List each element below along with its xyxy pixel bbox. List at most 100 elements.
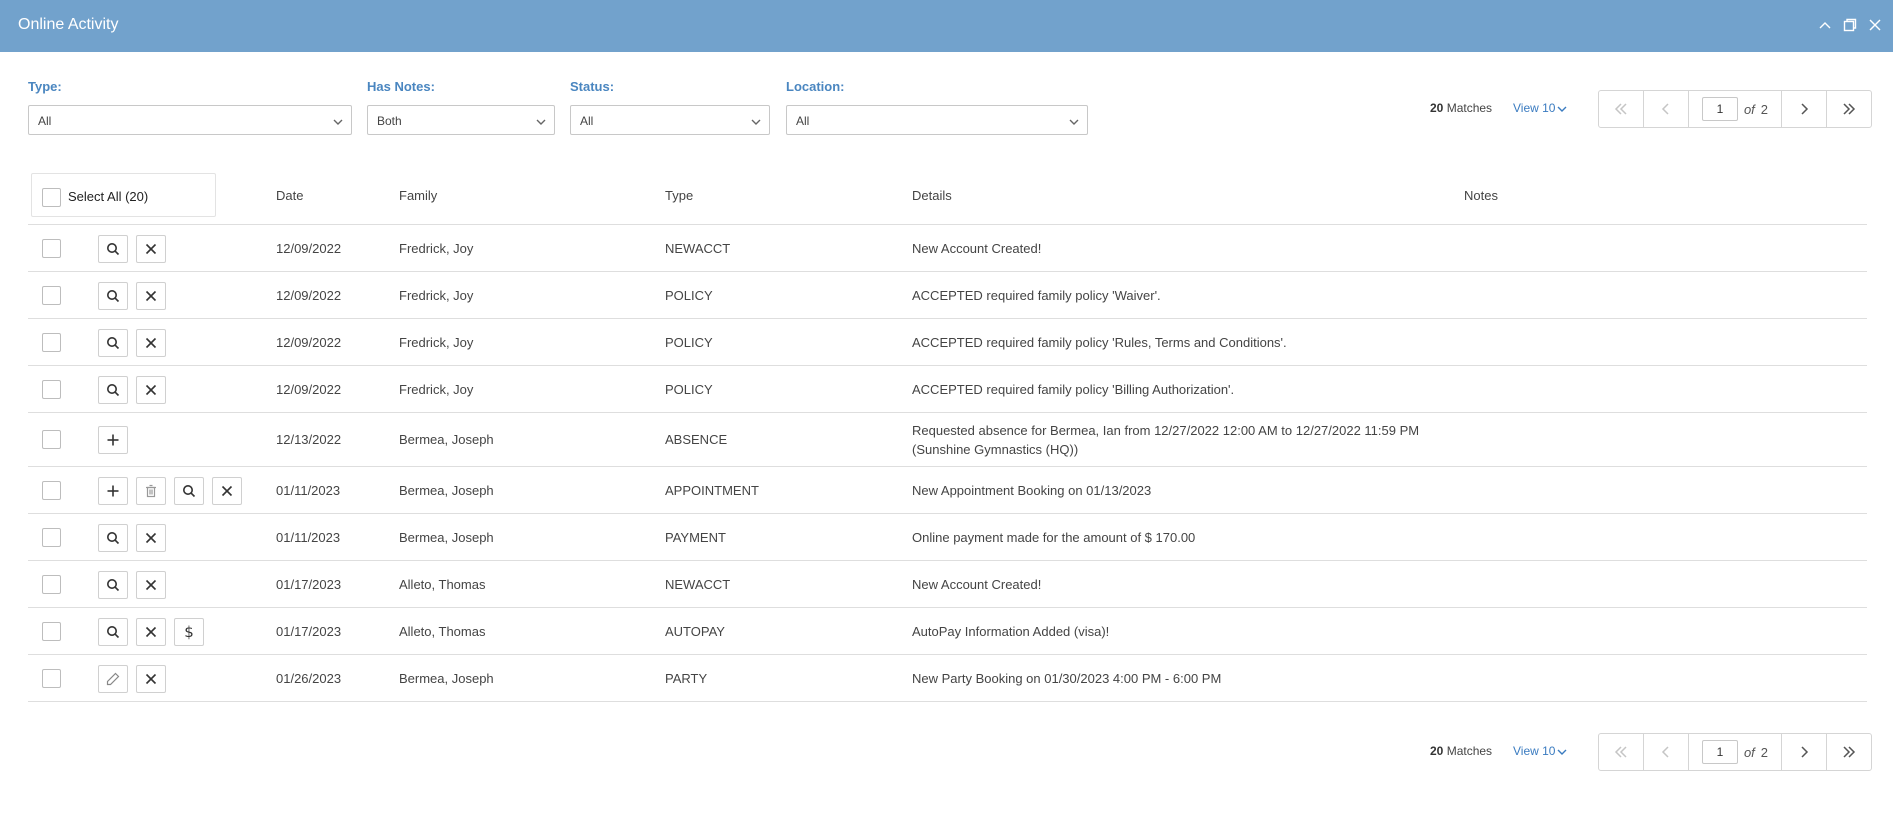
row-checkbox[interactable] [42, 379, 61, 399]
table-row[interactable]: 01/26/2023 Bermea, Joseph PARTY New Party B… [28, 655, 1867, 702]
location-filter-select[interactable]: All [786, 105, 1088, 135]
close-button[interactable] [136, 523, 166, 552]
view-per-page-dropdown[interactable]: View 10 [1513, 744, 1567, 758]
has-notes-filter-select[interactable]: Both [367, 105, 555, 135]
row-checkbox[interactable] [42, 285, 61, 305]
select-all-checkbox[interactable] [42, 188, 61, 207]
search-button[interactable] [98, 523, 128, 552]
column-header-notes[interactable]: Notes [1464, 188, 1498, 203]
table-row[interactable]: 12/09/2022 Fredrick, Joy POLICY ACCEPTED re… [28, 272, 1867, 319]
row-actions [98, 281, 166, 310]
page-number-input[interactable]: 1 [1701, 97, 1738, 121]
plus-button[interactable] [98, 426, 128, 454]
row-type: POLICY [665, 287, 713, 303]
first-page-button[interactable] [1599, 91, 1644, 127]
search-button[interactable] [98, 281, 128, 310]
table-row[interactable]: 01/11/2023 Bermea, Joseph APPOINTMENT New A… [28, 467, 1867, 514]
trash-button[interactable] [136, 476, 166, 505]
row-details-line: Requested absence for Bermea, Ian from 1… [912, 423, 1420, 438]
row-checkbox[interactable] [42, 621, 61, 641]
row-details: AutoPay Information Added (visa)! [912, 622, 1109, 641]
column-header-type[interactable]: Type [665, 188, 693, 203]
pencil-button[interactable] [98, 664, 128, 693]
search-icon [106, 625, 120, 639]
status-filter-select[interactable]: All [570, 105, 770, 135]
first-page-button[interactable] [1599, 734, 1644, 770]
column-header-family[interactable]: Family [399, 188, 437, 203]
last-page-button[interactable] [1826, 91, 1871, 127]
page-number-input[interactable]: 1 [1701, 740, 1738, 764]
type-filter-select[interactable]: All [28, 105, 352, 135]
of-label: of [1743, 101, 1755, 117]
prev-page-button[interactable] [1644, 734, 1689, 770]
table-row[interactable]: 12/09/2022 Fredrick, Joy NEWACCT New Accoun… [28, 225, 1867, 272]
double-chevron-left-icon [1614, 103, 1627, 115]
row-checkbox[interactable] [42, 238, 61, 258]
close-button[interactable] [136, 281, 166, 310]
search-button[interactable] [98, 234, 128, 263]
search-icon [106, 289, 120, 303]
row-details-line: AutoPay Information Added (visa)! [912, 623, 1110, 639]
row-checkbox[interactable] [42, 430, 61, 449]
of-label: of [1743, 744, 1755, 760]
search-button[interactable] [174, 476, 204, 505]
table-row[interactable]: 01/11/2023 Bermea, Joseph PAYMENT Online pa… [28, 514, 1867, 561]
row-actions [98, 664, 166, 693]
window-titlebar: Online Activity [0, 0, 1893, 52]
column-header-date[interactable]: Date [276, 188, 303, 203]
close-button[interactable] [136, 617, 166, 646]
row-checkbox[interactable] [42, 332, 61, 352]
row-checkbox[interactable] [42, 574, 61, 594]
column-header-details[interactable]: Details [912, 188, 952, 203]
close-button[interactable] [136, 234, 166, 263]
search-button[interactable] [98, 328, 128, 357]
close-button[interactable] [136, 328, 166, 357]
row-family: Fredrick, Joy [399, 381, 474, 397]
table-row[interactable]: 12/09/2022 Fredrick, Joy POLICY ACCEPTED re… [28, 366, 1867, 413]
row-checkbox[interactable] [42, 668, 61, 688]
table-row[interactable]: 01/17/2023 Alleto, Thomas NEWACCT New Accou… [28, 561, 1867, 608]
chevron-down-icon [751, 116, 761, 126]
plus-button[interactable] [98, 476, 128, 505]
select-all-container[interactable]: Select All (20) [31, 173, 216, 217]
search-button[interactable] [98, 617, 128, 646]
row-type: PARTY [665, 670, 708, 686]
close-icon [220, 484, 234, 498]
close-button[interactable] [136, 375, 166, 404]
row-details: New Account Created! [912, 575, 1041, 594]
row-family: Fredrick, Joy [399, 287, 474, 303]
close-icon[interactable] [1867, 17, 1883, 33]
row-date: 12/13/2022 [276, 432, 342, 447]
prev-page-button[interactable] [1644, 91, 1689, 127]
close-button[interactable] [212, 476, 242, 505]
next-page-button[interactable] [1781, 91, 1826, 127]
row-details: New Account Created! [912, 239, 1041, 258]
collapse-icon[interactable] [1817, 17, 1833, 33]
dollar-button[interactable]: $ [174, 617, 204, 646]
row-details-line: New Account Created! [912, 576, 1042, 592]
maximize-icon[interactable] [1842, 17, 1858, 33]
table-row[interactable]: $01/17/2023 Alleto, Thomas AUTOPAY AutoPay … [28, 608, 1867, 655]
location-filter-value: All [796, 114, 810, 128]
status-filter-value: All [580, 114, 594, 128]
table-row[interactable]: 12/09/2022 Fredrick, Joy POLICY ACCEPTED re… [28, 319, 1867, 366]
next-page-button[interactable] [1781, 734, 1826, 770]
window-title: Online Activity [18, 16, 119, 33]
close-icon [144, 242, 158, 256]
view-per-page-dropdown[interactable]: View 10 [1513, 101, 1567, 115]
row-checkbox[interactable] [42, 480, 61, 500]
last-page-button[interactable] [1826, 734, 1871, 770]
close-button[interactable] [136, 570, 166, 599]
row-date: 01/11/2023 [276, 529, 341, 545]
row-type: PAYMENT [665, 529, 726, 545]
search-icon [106, 531, 120, 545]
row-date: 12/09/2022 [276, 287, 342, 303]
table-row[interactable]: 12/13/2022 Bermea, Joseph ABSENCE Requested… [28, 413, 1867, 467]
row-checkbox[interactable] [42, 527, 61, 547]
close-icon [144, 625, 158, 639]
row-family: Fredrick, Joy [399, 240, 474, 256]
close-button[interactable] [136, 664, 166, 693]
search-button[interactable] [98, 570, 128, 599]
search-button[interactable] [98, 375, 128, 404]
row-date: 12/09/2022 [276, 334, 342, 350]
